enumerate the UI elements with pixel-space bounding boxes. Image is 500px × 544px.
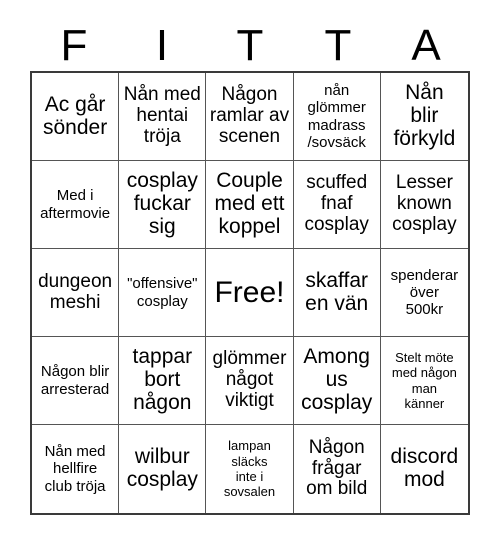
bingo-cell-text: scuffed fnaf cosplay (304, 172, 369, 235)
bingo-cell[interactable]: "offensive" cosplay (119, 249, 207, 337)
bingo-cell[interactable]: cosplay fuckar sig (119, 161, 207, 249)
bingo-cell[interactable]: Ac går sönder (32, 73, 120, 161)
bingo-cell-text: discord mod (390, 445, 459, 491)
bingo-cell[interactable]: Någon ramlar av scenen (206, 73, 294, 161)
bingo-cell[interactable]: Among us cosplay (293, 337, 381, 425)
bingo-cell-text: glömmer något viktigt (212, 348, 287, 411)
bingo-cell-text: Nån blir förkyld (393, 81, 456, 150)
bingo-cell[interactable]: skaffar en vän (293, 249, 381, 337)
bingo-cell-text: Stelt möte med någon man känner (391, 349, 457, 411)
bingo-cell[interactable]: lampan släcks inte i sovsalen (206, 425, 294, 513)
bingo-cell-text: Någon ramlar av scenen (209, 84, 290, 147)
bingo-cell[interactable]: Nån med hentai tröja (119, 73, 207, 161)
bingo-cell-text: Någon blir arresterad (40, 363, 110, 398)
bingo-cell-text: lampan släcks inte i sovsalen (223, 438, 276, 500)
bingo-cell[interactable]: Någon frågar om bild (293, 425, 381, 513)
bingo-cell-text: skaffar en vän (305, 268, 369, 315)
bingo-cell[interactable]: Nån med hellfire club tröja (32, 425, 120, 513)
bingo-cell[interactable]: Lesser known cosplay (380, 161, 468, 249)
bingo-cell[interactable]: Couple med ett koppel (206, 161, 294, 249)
header-letter-4: A (411, 21, 441, 70)
bingo-cell-text: wilbur cosplay (126, 445, 198, 491)
bingo-cell[interactable]: nån glömmer madrass /sovsäck (293, 73, 381, 161)
bingo-cell[interactable]: Stelt möte med någon man känner (380, 337, 468, 425)
bingo-cell-text: tappar bort någon (132, 345, 193, 414)
bingo-cell-text: spenderar över 500kr (390, 266, 459, 319)
bingo-cell-text: Ac går sönder (42, 92, 108, 139)
bingo-cell[interactable]: glömmer något viktigt (206, 337, 294, 425)
bingo-cell-text: Med i aftermovie (40, 187, 111, 222)
bingo-cell-text: cosplay fuckar sig (126, 169, 198, 238)
bingo-cell-text: "offensive" cosplay (127, 275, 198, 310)
bingo-cell-text: Någon frågar om bild (306, 436, 368, 500)
bingo-cell[interactable]: dungeon meshi (32, 249, 120, 337)
bingo-header: F I T T A (30, 14, 470, 71)
bingo-cell[interactable]: wilbur cosplay (119, 425, 207, 513)
bingo-cell-text: Nån med hentai tröja (123, 84, 201, 147)
bingo-cell[interactable]: spenderar över 500kr (380, 249, 468, 337)
bingo-cell[interactable]: Med i aftermovie (32, 161, 120, 249)
bingo-cell-text: Nån med hellfire club tröja (44, 443, 106, 495)
bingo-cell-free[interactable]: Free! (206, 249, 294, 337)
bingo-grid: Ac går sönder Nån med hentai tröja Någon… (30, 71, 470, 515)
bingo-cell[interactable]: scuffed fnaf cosplay (293, 161, 381, 249)
bingo-cell-text: Among us cosplay (301, 345, 373, 414)
bingo-cell[interactable]: tappar bort någon (119, 337, 207, 425)
bingo-card: F I T T A Ac går sönder Nån med hentai t… (0, 0, 500, 544)
header-letter-2: T (236, 21, 264, 70)
bingo-cell[interactable]: Nån blir förkyld (380, 73, 468, 161)
bingo-cell-text: nån glömmer madrass /sovsäck (307, 82, 366, 151)
header-letter-0: F (60, 21, 88, 70)
bingo-cell-text: Couple med ett koppel (214, 169, 285, 238)
bingo-cell-text: Lesser known cosplay (392, 172, 457, 235)
bingo-cell[interactable]: discord mod (380, 425, 468, 513)
bingo-cell[interactable]: Någon blir arresterad (32, 337, 120, 425)
header-letter-3: T (324, 21, 352, 70)
bingo-cell-text: dungeon meshi (38, 270, 113, 313)
header-letter-1: I (155, 21, 169, 70)
bingo-cell-text: Free! (214, 275, 285, 309)
